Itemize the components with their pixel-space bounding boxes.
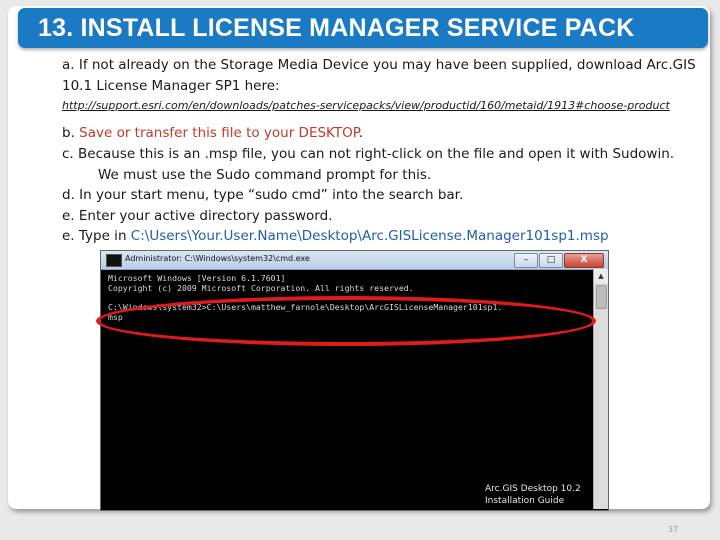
cmd-scrollbar[interactable]: ▲	[593, 269, 608, 509]
cmd-window-screenshot: Administrator: C:\Windows\system32\cmd.e…	[100, 250, 609, 511]
guide-caption: Arc.GIS Desktop 10.2 Installation Guide	[485, 484, 581, 506]
page-number: 37	[668, 525, 679, 534]
maximize-button[interactable]: □	[539, 253, 563, 268]
step-e2: e. Type in C:\Users\Your.User.Name\Deskt…	[62, 226, 707, 247]
window-controls: – □ X	[513, 253, 604, 268]
cmd-line: Microsoft Windows [Version 6.1.7601]	[108, 273, 286, 283]
step-b: b. Save or transfer this file to your DE…	[62, 123, 707, 144]
instructions-block: a. If not already on the Storage Media D…	[62, 55, 707, 247]
download-link[interactable]: http://support.esri.com/en/downloads/pat…	[62, 96, 702, 117]
cmd-titlebar[interactable]: Administrator: C:\Windows\system32\cmd.e…	[101, 251, 608, 270]
minimize-button[interactable]: –	[514, 253, 538, 268]
step-c-line1: c. Because this is an .msp file, you can…	[62, 145, 675, 162]
step-d: d. In your start menu, type “sudo cmd” i…	[62, 187, 464, 204]
step-a-line1: a. If not already on the Storage Media D…	[62, 57, 696, 73]
highlight-ellipse	[96, 296, 596, 346]
close-button[interactable]: X	[564, 253, 604, 268]
step-a-line2: 10.1 License Manager SP1 here:	[62, 77, 280, 94]
msp-file-path: C:\Users\Your.User.Name\Desktop\Arc.GISL…	[130, 228, 609, 245]
scroll-up-icon[interactable]: ▲	[594, 269, 608, 283]
step-e1: e. Enter your active directory password.	[62, 207, 333, 224]
cmd-line: Copyright (c) 2009 Microsoft Corporation…	[108, 283, 414, 294]
cmd-icon	[106, 254, 122, 267]
scroll-thumb[interactable]	[596, 285, 607, 309]
step-c-line2: We must use the Sudo command prompt for …	[98, 166, 432, 183]
title-bar: 13. INSTALL LICENSE MANAGER SERVICE PACK	[18, 8, 708, 48]
step-e2-prefix: e. Type in	[62, 228, 131, 245]
step-b-prefix: b.	[62, 125, 80, 142]
slide-title: 13. INSTALL LICENSE MANAGER SERVICE PACK	[38, 14, 635, 42]
cmd-window-title: Administrator: C:\Windows\system32\cmd.e…	[125, 254, 310, 263]
step-b-highlight: Save or transfer this file to your DESKT…	[79, 125, 359, 142]
step-b-suffix: .	[358, 125, 364, 142]
